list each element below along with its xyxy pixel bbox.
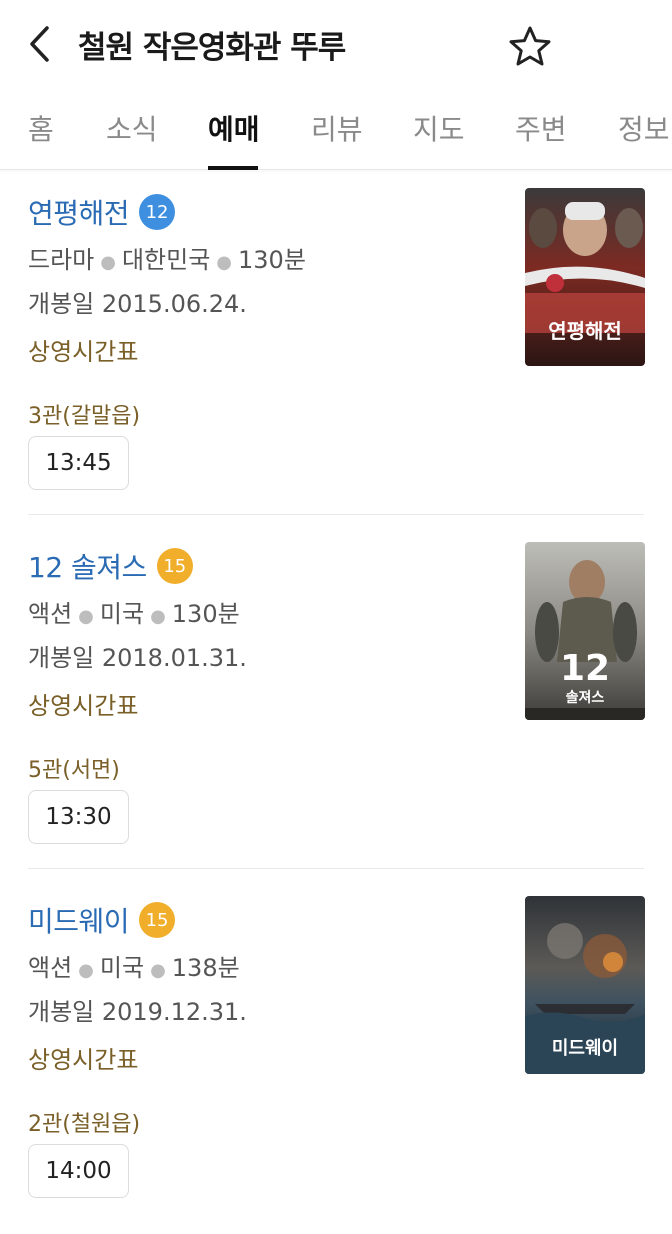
poster-image: 12 솔져스 [525, 542, 645, 720]
tab-reviews[interactable]: 리뷰 [311, 108, 363, 148]
poster-title-text: 연평해전 [548, 319, 622, 343]
movie-meta: 드라마 ● 대한민국 ● 130분 [28, 240, 306, 275]
movie-title-link[interactable]: 12 솔져스 [28, 546, 147, 586]
movie-item: 연평해전 12 드라마 ● 대한민국 ● 130분 개봉일 2015.06.24. 상영… [0, 172, 672, 526]
genre: 드라마 [28, 246, 95, 274]
tab-nearby[interactable]: 주변 [515, 108, 567, 148]
showtime-button[interactable]: 13:45 [28, 436, 129, 490]
screen-hall: 3관(갈말읍) [28, 404, 141, 429]
svg-text:12: 12 [560, 648, 610, 689]
movie-item: 12 솔져스 15 액션 ● 미국 ● 130분 개봉일 2018.01.31. 상영시… [0, 526, 672, 880]
movie-title-row: 12 솔져스 15 [28, 546, 193, 586]
svg-text:솔져스: 솔져스 [566, 690, 605, 706]
separator-dot: ● [150, 606, 166, 627]
genre: 액션 [28, 600, 73, 628]
tab-booking[interactable]: 예매 [208, 108, 260, 148]
star-outline-icon [509, 26, 551, 66]
movie-title-row: 연평해전 12 [28, 192, 176, 232]
back-button[interactable] [22, 24, 58, 64]
app-header: 철원 작은영화관 뚜루 [0, 0, 672, 90]
age-rating-badge: 15 [139, 902, 176, 938]
movie-title-link[interactable]: 연평해전 [28, 192, 130, 232]
country: 대한민국 [121, 246, 211, 274]
tab-home[interactable]: 홈 [28, 108, 54, 148]
poster-title-text: 미드웨이 [552, 1038, 618, 1059]
showtime-button[interactable]: 14:00 [28, 1144, 129, 1198]
chevron-left-icon [30, 26, 49, 62]
movie-poster[interactable]: 연평해전 [525, 188, 645, 366]
country: 미국 [99, 954, 145, 982]
schedule-link[interactable]: 상영시간표 [28, 1040, 138, 1075]
page-title: 철원 작은영화관 뚜루 [78, 30, 346, 66]
showtime-button[interactable]: 13:30 [28, 790, 129, 844]
runtime: 130분 [171, 600, 240, 628]
separator-dot: ● [78, 606, 94, 627]
country: 미국 [99, 600, 145, 628]
movie-title-row: 미드웨이 15 [28, 900, 176, 940]
movie-meta: 액션 ● 미국 ● 138분 [28, 948, 240, 983]
release-date: 개봉일 2018.01.31. [28, 644, 247, 672]
movie-poster[interactable]: 미드웨이 [525, 896, 645, 1074]
schedule-link[interactable]: 상영시간표 [28, 332, 138, 367]
divider [28, 868, 644, 869]
genre: 액션 [28, 954, 73, 982]
runtime: 130분 [238, 246, 306, 274]
tab-map[interactable]: 지도 [413, 108, 465, 148]
favorite-button[interactable] [506, 24, 554, 68]
tab-info[interactable]: 정보 [618, 108, 670, 148]
poster-image: 미드웨이 [525, 896, 645, 1074]
movie-meta: 액션 ● 미국 ● 130분 [28, 594, 240, 629]
separator-dot: ● [100, 252, 116, 273]
screen-hall: 5관(서면) [28, 758, 120, 783]
schedule-link[interactable]: 상영시간표 [28, 686, 138, 721]
poster-image: 연평해전 [525, 188, 645, 366]
age-rating-badge: 12 [139, 194, 176, 230]
movie-poster[interactable]: 12 솔져스 [525, 542, 645, 720]
active-tab-indicator [208, 166, 258, 170]
movie-title-link[interactable]: 미드웨이 [28, 900, 130, 940]
screen-hall: 2관(철원읍) [28, 1112, 141, 1137]
age-rating-badge: 15 [156, 548, 193, 584]
tab-bar: 홈 소식 예매 리뷰 지도 주변 정보 [0, 90, 672, 170]
separator-dot: ● [78, 960, 94, 981]
release-date: 개봉일 2019.12.31. [28, 998, 247, 1026]
tab-news[interactable]: 소식 [106, 108, 158, 148]
divider [28, 514, 644, 515]
separator-dot: ● [216, 252, 233, 273]
movie-item: 미드웨이 15 액션 ● 미국 ● 138분 개봉일 2019.12.31. 상영시간표… [0, 880, 672, 1234]
separator-dot: ● [150, 960, 166, 981]
release-date: 개봉일 2015.06.24. [28, 290, 247, 318]
runtime: 138분 [171, 954, 240, 982]
